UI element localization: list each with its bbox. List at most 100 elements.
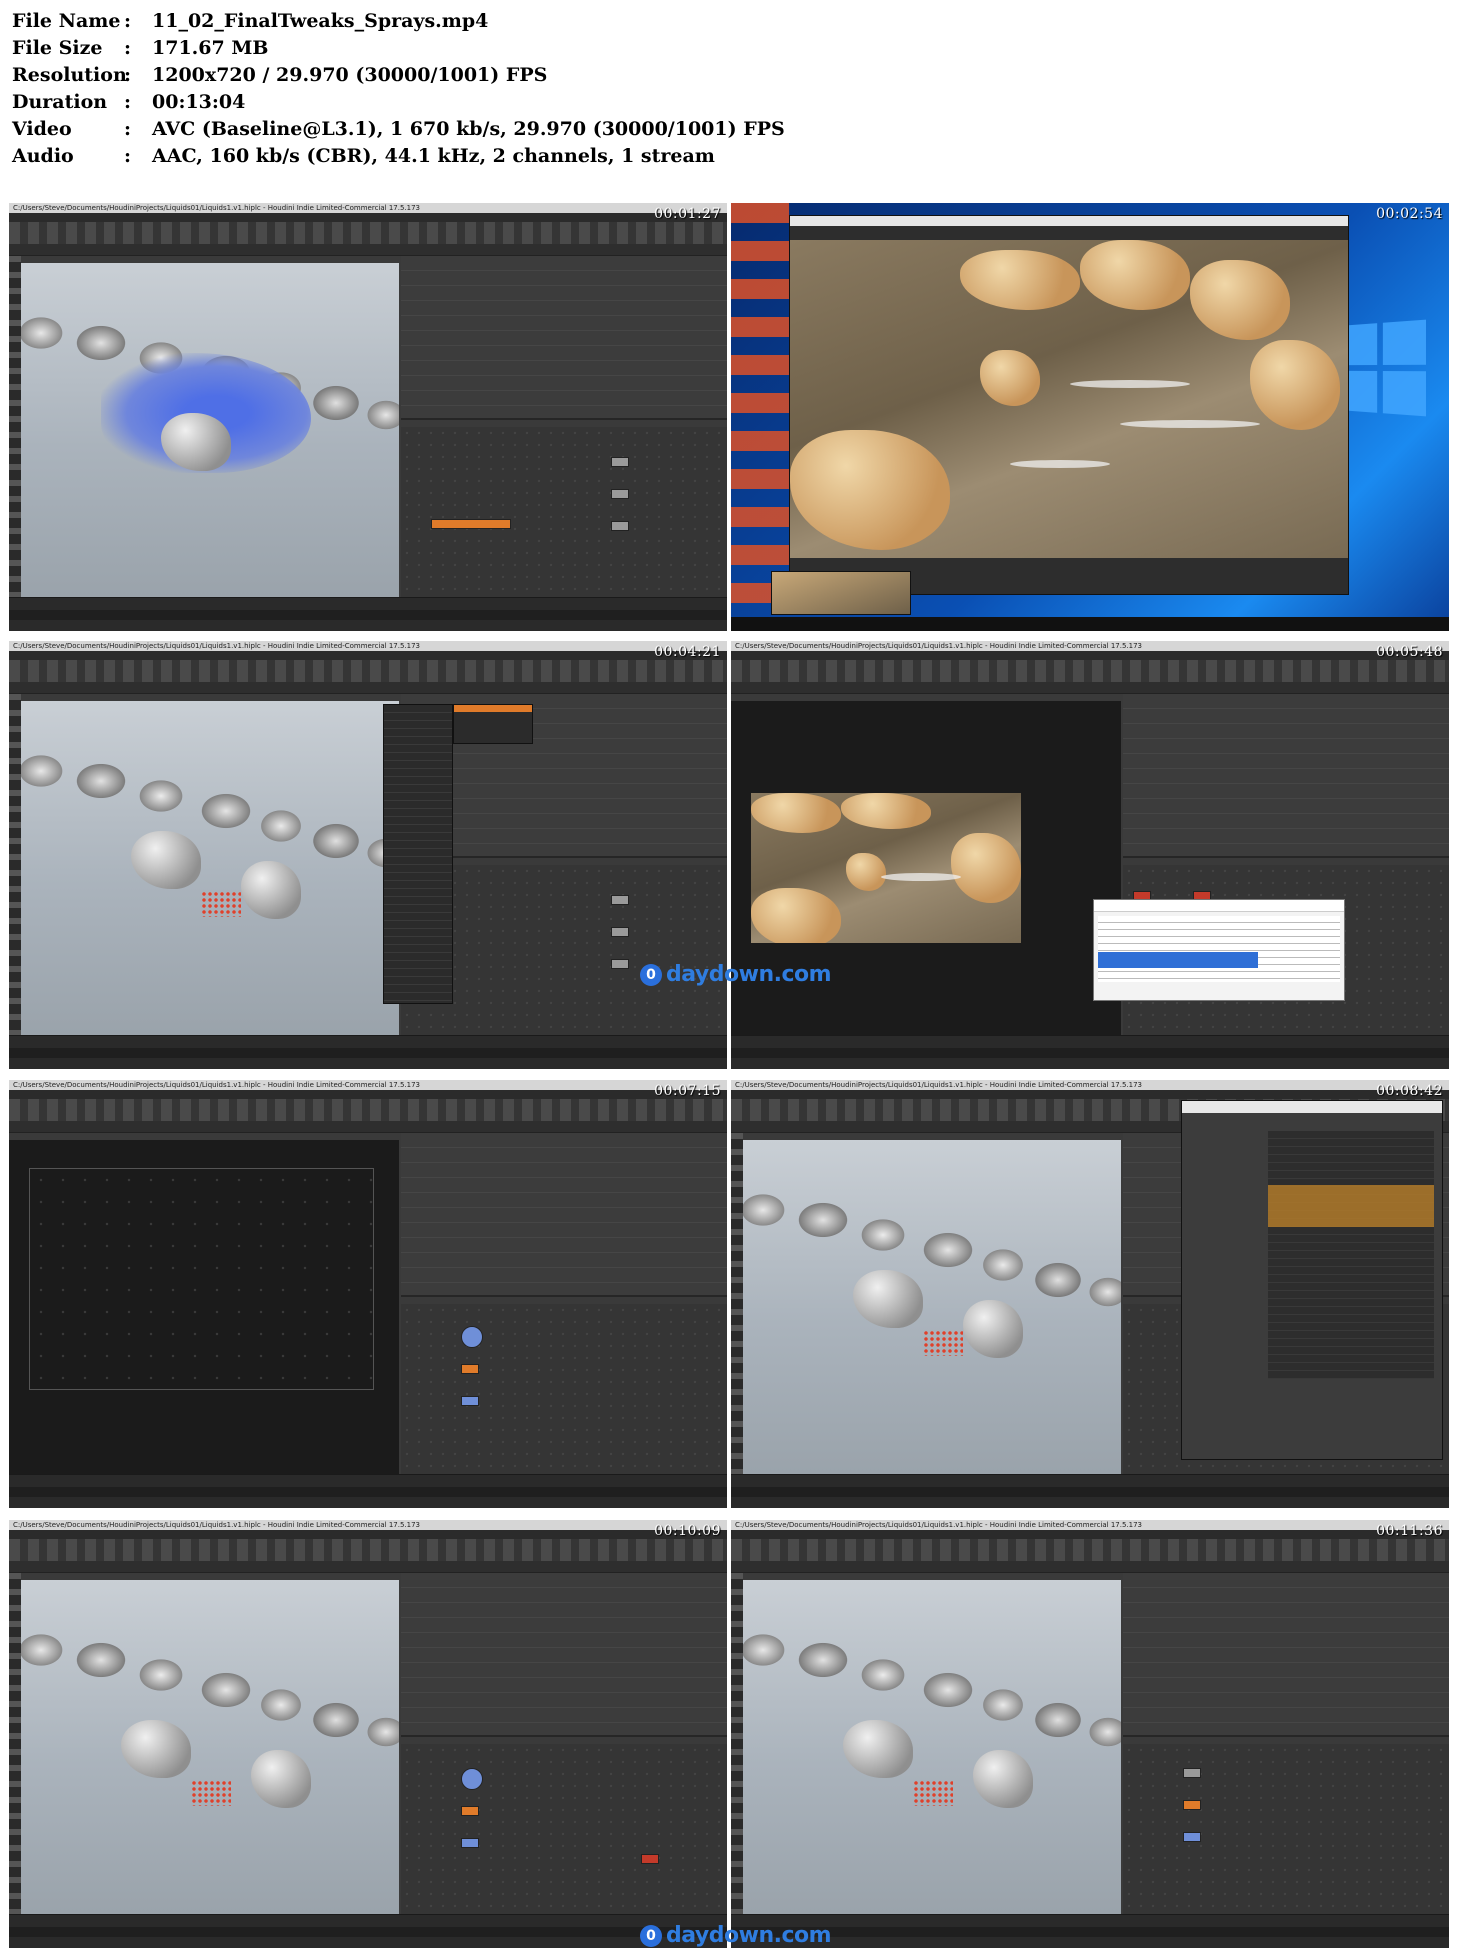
sand-rock — [751, 793, 841, 833]
rock-field — [21, 741, 399, 871]
info-row-video: Video : AVC (Baseline@L3.1), 1 670 kb/s,… — [12, 116, 912, 143]
scene-viewport[interactable] — [21, 263, 399, 597]
shelf-tools — [731, 1539, 1449, 1561]
spray-particles — [201, 891, 241, 917]
network-node[interactable] — [461, 1767, 483, 1790]
tab-menu-item-selected[interactable] — [454, 705, 532, 712]
menu-bar — [731, 651, 1449, 660]
pane-tabs — [9, 244, 727, 256]
pane-tabs — [9, 1561, 727, 1573]
operator-tree[interactable] — [1268, 1131, 1434, 1379]
sand-rock — [951, 833, 1021, 903]
scene-viewport[interactable] — [21, 701, 399, 1035]
thumbnail-4[interactable]: C:/Users/Steve/Documents/HoudiniProjects… — [731, 641, 1449, 1069]
network-node[interactable] — [641, 1853, 659, 1864]
render-view[interactable] — [9, 1140, 399, 1474]
rock — [241, 861, 301, 919]
network-node[interactable] — [461, 1837, 479, 1848]
network-pane — [401, 1303, 727, 1474]
sand-rock — [1080, 240, 1190, 310]
parameter-pane — [1123, 694, 1449, 858]
info-row-file-name: File Name : 11_02_FinalTweaks_Sprays.mp4 — [12, 8, 912, 35]
window-title: C:/Users/Steve/Documents/HoudiniProjects… — [735, 1521, 1143, 1529]
rock-field — [743, 1180, 1121, 1310]
shelf-tools — [9, 1099, 727, 1121]
thumbnail-3[interactable]: C:/Users/Steve/Documents/HoudiniProjects… — [9, 641, 727, 1069]
network-node[interactable] — [611, 926, 629, 937]
thumbnail-8[interactable]: C:/Users/Steve/Documents/HoudiniProjects… — [731, 1520, 1449, 1948]
window-title: C:/Users/Steve/Documents/HoudiniProjects… — [13, 204, 421, 212]
tab-menu[interactable] — [383, 704, 453, 1004]
network-node[interactable] — [1183, 1831, 1201, 1842]
render-image — [790, 240, 1348, 558]
houdini-console-dialog[interactable] — [1093, 899, 1345, 1001]
window-title: C:/Users/Steve/Documents/HoudiniProjects… — [13, 1521, 421, 1529]
watermark: 0 daydown.com — [640, 962, 832, 987]
network-node[interactable] — [611, 520, 629, 531]
parameter-and-network-panes — [401, 1573, 727, 1914]
mplay-window[interactable] — [789, 215, 1349, 595]
console-selection — [1098, 952, 1258, 968]
rock — [251, 1750, 311, 1808]
network-node[interactable] — [1183, 1799, 1201, 1810]
network-node[interactable] — [611, 456, 629, 467]
shelf-tools — [731, 660, 1449, 682]
network-node[interactable] — [611, 894, 629, 905]
playbar[interactable] — [9, 1914, 727, 1948]
rock — [963, 1300, 1023, 1358]
scene-viewport[interactable] — [743, 1580, 1121, 1914]
info-sep: : — [124, 118, 132, 140]
network-node[interactable] — [461, 1395, 479, 1406]
viewport-tools — [9, 256, 21, 597]
playbar[interactable] — [731, 1914, 1449, 1948]
menu-bar — [9, 1090, 727, 1099]
info-value: 11_02_FinalTweaks_Sprays.mp4 — [152, 10, 489, 32]
info-value: AAC, 160 kb/s (CBR), 44.1 kHz, 2 channel… — [152, 145, 715, 167]
viewport-tools — [731, 1133, 743, 1474]
network-node[interactable] — [611, 958, 629, 969]
window-title: C:/Users/Steve/Documents/HoudiniProjects… — [13, 642, 421, 650]
network-node[interactable] — [461, 1363, 479, 1374]
playbar[interactable] — [731, 1474, 1449, 1508]
menu-bar — [731, 1530, 1449, 1539]
media-info: File Name : 11_02_FinalTweaks_Sprays.mp4… — [12, 8, 912, 170]
window-titlebar: C:/Users/Steve/Documents/HoudiniProjects… — [731, 1080, 1449, 1090]
playbar[interactable] — [9, 1035, 727, 1069]
scene-viewport[interactable] — [21, 1580, 399, 1914]
parameter-and-network-panes — [1123, 1573, 1449, 1914]
rock — [843, 1720, 913, 1778]
network-node[interactable] — [611, 488, 629, 499]
info-row-file-size: File Size : 171.67 MB — [12, 35, 912, 62]
tab-submenu[interactable] — [453, 704, 533, 744]
network-node[interactable] — [1183, 1767, 1201, 1778]
operator-bundles-dialog[interactable] — [1181, 1100, 1443, 1460]
sand-rock — [790, 430, 950, 550]
mplay-titlebar — [790, 216, 1348, 226]
thumbnail-6[interactable]: C:/Users/Steve/Documents/HoudiniProjects… — [731, 1080, 1449, 1508]
thumbnail-1[interactable]: C:/Users/Steve/Documents/HoudiniProjects… — [9, 203, 727, 631]
scene-viewport[interactable] — [743, 1140, 1121, 1474]
playbar[interactable] — [9, 597, 727, 631]
desktop — [731, 203, 1449, 631]
pane-tabs — [731, 1561, 1449, 1573]
taskbar[interactable] — [731, 617, 1449, 631]
water-foam — [1010, 460, 1110, 468]
sand-rock — [846, 853, 886, 891]
playbar[interactable] — [9, 1474, 727, 1508]
render-region — [29, 1168, 374, 1390]
thumbnail-2[interactable]: 00:02:54 — [731, 203, 1449, 631]
spray-particles — [913, 1780, 953, 1806]
playbar[interactable] — [731, 1035, 1449, 1069]
thumbnail-5[interactable]: C:/Users/Steve/Documents/HoudiniProjects… — [9, 1080, 727, 1508]
network-node[interactable] — [461, 1805, 479, 1816]
network-node-selected[interactable] — [431, 518, 511, 529]
sand-rock — [841, 793, 931, 829]
network-node[interactable] — [461, 1325, 483, 1348]
rock — [973, 1750, 1033, 1808]
taskbar-preview — [771, 571, 911, 615]
thumbnail-7[interactable]: C:/Users/Steve/Documents/HoudiniProjects… — [9, 1520, 727, 1948]
timecode: 00:05:48 — [1376, 644, 1443, 660]
dialog-titlebar — [1182, 1101, 1442, 1113]
window-title: C:/Users/Steve/Documents/HoudiniProjects… — [13, 1081, 421, 1089]
timecode: 00:01:27 — [654, 206, 721, 222]
